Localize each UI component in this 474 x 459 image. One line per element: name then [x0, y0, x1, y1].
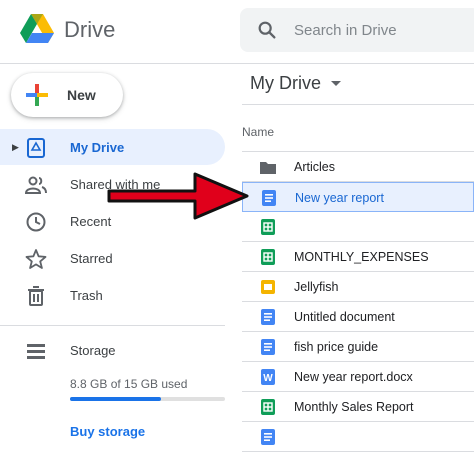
sidebar-item-storage[interactable]: Storage: [0, 332, 225, 368]
file-row[interactable]: fish price guide: [242, 332, 474, 362]
page-title: My Drive: [250, 73, 321, 93]
people-icon: [25, 176, 47, 194]
file-name: Jellyfish: [294, 280, 339, 294]
storage-label: Storage: [70, 342, 116, 358]
storage-bar-fill: [70, 397, 161, 401]
sidebar-item-label: Starred: [70, 250, 113, 266]
dropdown-arrow-icon: [331, 81, 341, 86]
file-row[interactable]: [242, 212, 474, 242]
storage-used-text: 8.8 GB of 15 GB used: [70, 377, 188, 391]
word-doc-icon: W: [261, 369, 275, 385]
search-input[interactable]: [292, 20, 456, 40]
file-row[interactable]: Jellyfish: [242, 272, 474, 302]
search-box[interactable]: [240, 8, 474, 52]
sidebar-item-my-drive[interactable]: ▶ My Drive: [0, 129, 225, 165]
file-name: Articles: [294, 160, 335, 174]
docs-icon: [261, 309, 275, 325]
file-row[interactable]: W New year report.docx: [242, 362, 474, 392]
docs-icon: [261, 429, 275, 445]
expand-caret-icon[interactable]: ▶: [12, 142, 19, 153]
app-title: Drive: [64, 17, 116, 42]
clock-icon: [26, 212, 46, 232]
plus-icon: [26, 84, 48, 106]
sidebar-divider: [0, 325, 225, 326]
buy-storage-link[interactable]: Buy storage: [70, 424, 145, 439]
file-name: fish price guide: [294, 340, 379, 354]
sidebar-item-trash[interactable]: Trash: [0, 277, 225, 313]
storage-icon: [27, 344, 45, 359]
svg-text:W: W: [263, 373, 273, 384]
docs-icon: [261, 339, 275, 355]
red-arrow-annotation: [107, 172, 249, 220]
file-row[interactable]: New year report: [242, 182, 474, 212]
my-drive-icon: [27, 138, 45, 158]
sidebar-item-label: Trash: [70, 287, 103, 303]
file-name: New year report.docx: [294, 370, 413, 384]
sheets-icon: [261, 249, 275, 265]
file-row[interactable]: [242, 422, 474, 452]
name-column-header[interactable]: Name: [242, 125, 274, 139]
file-name: MONTHLY_EXPENSES: [294, 250, 429, 264]
file-row[interactable]: Untitled document: [242, 302, 474, 332]
google-drive-logo-icon: [20, 14, 54, 43]
file-name: New year report: [295, 191, 384, 205]
file-name: Monthly Sales Report: [294, 400, 414, 414]
file-row[interactable]: MONTHLY_EXPENSES: [242, 242, 474, 272]
new-button[interactable]: New: [11, 73, 123, 117]
file-row[interactable]: Monthly Sales Report: [242, 392, 474, 422]
search-icon[interactable]: [256, 19, 278, 41]
page-title-dropdown[interactable]: My Drive: [250, 73, 341, 94]
sidebar-item-label: My Drive: [70, 139, 125, 155]
trash-icon: [28, 286, 44, 306]
slides-icon: [261, 280, 275, 294]
sheets-icon: [261, 219, 275, 235]
folder-icon: [260, 162, 276, 174]
docs-icon: [262, 190, 276, 206]
storage-bar: [70, 397, 225, 401]
header-divider: [0, 63, 474, 64]
new-button-label: New: [67, 87, 96, 103]
sheets-icon: [261, 399, 275, 415]
star-icon: [25, 249, 47, 269]
title-divider: [242, 104, 474, 105]
file-row[interactable]: Articles: [242, 152, 474, 182]
file-name: Untitled document: [294, 310, 395, 324]
sidebar-item-starred[interactable]: Starred: [0, 240, 225, 276]
